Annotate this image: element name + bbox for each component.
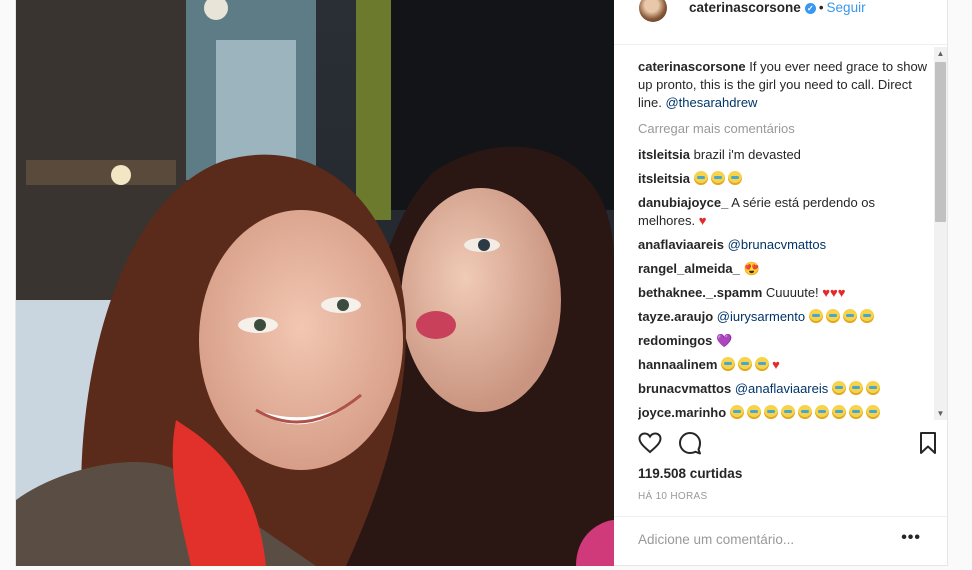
scroll-up-arrow-icon[interactable]: ▲ [934, 47, 947, 60]
comment-item: hannaalinem ♥ [638, 356, 930, 374]
comment-username[interactable]: rangel_almeida_ [638, 261, 740, 276]
comment-item: bethaknee._.spamm Cuuuute! ♥♥♥ [638, 284, 930, 302]
comment-text: Cuuuute! [765, 285, 819, 300]
caption-mention-link[interactable]: @thesarahdrew [665, 95, 757, 110]
comment-username[interactable]: brunacvmattos [638, 381, 731, 396]
post-actions [614, 423, 947, 461]
red-heart-emoji-icon: ♥ [822, 285, 831, 300]
comment-text: brazil i'm devasted [693, 147, 801, 162]
comment-item: tayze.araujo @iurysarmento [638, 308, 930, 326]
follow-button[interactable]: Seguir [827, 0, 866, 15]
crying-emoji-icon [848, 405, 863, 419]
comment-text: 💜 [716, 333, 733, 348]
crying-emoji-icon [710, 171, 725, 185]
comments-list: caterinascorsone If you ever need grace … [638, 58, 930, 423]
crying-emoji-icon [825, 309, 840, 323]
post-photo[interactable] [16, 0, 614, 566]
comment-username[interactable]: tayze.araujo [638, 309, 713, 324]
red-heart-emoji-icon: ♥ [772, 357, 780, 372]
comment-item: joyce.marinho [638, 404, 930, 422]
scroll-down-arrow-icon[interactable]: ▼ [934, 407, 947, 420]
comment-username[interactable]: joyce.marinho [638, 405, 726, 420]
save-bookmark-icon[interactable] [916, 431, 940, 455]
like-heart-icon[interactable] [638, 431, 662, 455]
comment-item: itsleitsia [638, 170, 930, 188]
comment-text[interactable]: @anaflaviaareis [735, 381, 828, 396]
crying-emoji-icon [729, 405, 744, 419]
crying-emoji-icon [831, 405, 846, 419]
comment-rows: itsleitsia brazil i'm devasted itsleitsi… [638, 146, 930, 422]
crying-emoji-icon [721, 357, 736, 371]
comment-username[interactable]: redomingos [638, 333, 712, 348]
instagram-post: caterinascorsone ✓ • Seguir caterinascorson… [15, 0, 948, 566]
comment-item: anaflaviaareis @brunacvmattos [638, 236, 930, 254]
comment-username[interactable]: itsleitsia [638, 171, 690, 186]
comment-text[interactable]: @brunacvmattos [728, 237, 826, 252]
load-more-comments-link[interactable]: Carregar mais comentários [638, 120, 930, 138]
scrollbar-thumb[interactable] [935, 62, 946, 222]
crying-emoji-icon [842, 309, 857, 323]
comment-item: redomingos 💜 [638, 332, 930, 350]
crying-emoji-icon [693, 171, 708, 185]
header-separator: • [818, 0, 824, 15]
comment-text[interactable]: @iurysarmento [717, 309, 805, 324]
post-side-panel: caterinascorsone ✓ • Seguir caterinascorson… [614, 0, 947, 566]
red-heart-emoji-icon: ♥ [837, 285, 846, 300]
comment-item: danubiajoyce_ A série está perdendo os m… [638, 194, 930, 230]
crying-emoji-icon [865, 381, 880, 395]
comment-username[interactable]: anaflaviaareis [638, 237, 724, 252]
comment-item: brunacvmattos @anaflaviaareis [638, 380, 930, 398]
caption-username[interactable]: caterinascorsone [638, 59, 746, 74]
crying-emoji-icon [727, 171, 742, 185]
crying-emoji-icon [865, 405, 880, 419]
crying-emoji-icon [763, 405, 778, 419]
likes-count[interactable]: 119.508 curtidas [638, 466, 742, 481]
crying-emoji-icon [797, 405, 812, 419]
comment-item: itsleitsia brazil i'm devasted [638, 146, 930, 164]
verified-badge-icon: ✓ [804, 3, 816, 14]
comment-text: 😍 [743, 261, 760, 276]
selfie-image [16, 0, 614, 566]
comment-username[interactable]: bethaknee._.spamm [638, 285, 762, 300]
header-username-row: caterinascorsone ✓ • Seguir [689, 0, 866, 15]
crying-emoji-icon [780, 405, 795, 419]
post-timestamp[interactable]: HÁ 10 HORAS [638, 491, 707, 502]
red-heart-emoji-icon: ♥ [830, 285, 838, 300]
crying-emoji-icon [848, 381, 863, 395]
add-comment-bar: Adicione um comentário... ••• [614, 516, 947, 567]
comment-username[interactable]: danubiajoyce_ [638, 195, 728, 210]
more-options-icon[interactable]: ••• [901, 529, 921, 547]
comments-scrollbar[interactable]: ▲ ▼ [934, 47, 947, 420]
add-comment-input[interactable]: Adicione um comentário... [638, 532, 794, 547]
crying-emoji-icon [755, 357, 770, 371]
crying-emoji-icon [738, 357, 753, 371]
post-caption: caterinascorsone If you ever need grace … [638, 58, 930, 112]
crying-emoji-icon [831, 381, 846, 395]
crying-emoji-icon [859, 309, 874, 323]
crying-emoji-icon [746, 405, 761, 419]
post-header: caterinascorsone ✓ • Seguir [614, 0, 947, 45]
avatar[interactable] [639, 0, 667, 22]
header-username[interactable]: caterinascorsone [689, 0, 801, 15]
comment-username[interactable]: hannaalinem [638, 357, 717, 372]
comment-bubble-icon[interactable] [678, 431, 702, 455]
comment-username[interactable]: itsleitsia [638, 147, 690, 162]
crying-emoji-icon [814, 405, 829, 419]
comment-item: rangel_almeida_ 😍 [638, 260, 930, 278]
red-heart-emoji-icon: ♥ [698, 213, 707, 228]
crying-emoji-icon [808, 309, 823, 323]
